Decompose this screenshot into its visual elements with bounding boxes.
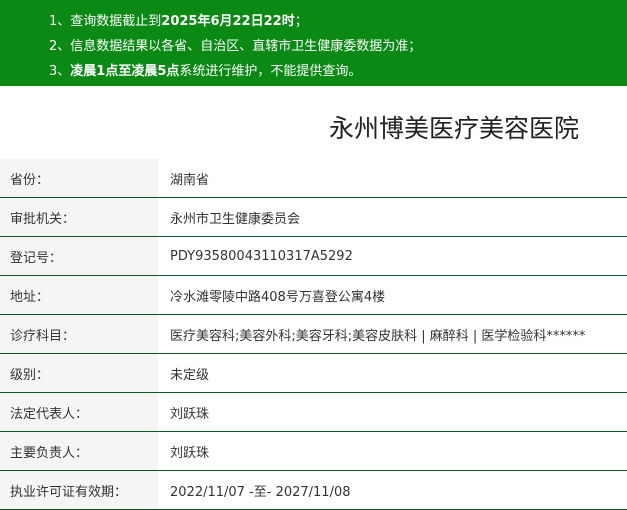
notice-line-1-suffix: ； xyxy=(294,14,308,29)
notice-line-2: 2、信息数据结果以各省、自治区、直辖市卫生健康委数据为准； xyxy=(49,39,422,54)
notice-line-3-maintenance-time: 凌晨1点至凌晨5点 xyxy=(70,64,180,79)
info-row-legal-representative: 法定代表人： 刘跃珠 xyxy=(0,392,627,432)
notice-line-3-prefix: 3、 xyxy=(49,64,71,79)
hospital-name: 永州博美医疗美容医院 xyxy=(328,114,579,143)
info-row-principal: 主要负责人： 刘跃珠 xyxy=(0,431,627,471)
info-label: 省份： xyxy=(0,159,158,198)
notice-line-1: 1、查询数据截止到2025年6月22日22时； xyxy=(0,9,627,34)
info-value: 2022/11/07 -至- 2027/11/08 xyxy=(158,470,627,510)
notice-line-1-deadline: 2025年6月22日22时 xyxy=(161,14,295,29)
info-label: 执业许可证有效期： xyxy=(0,470,158,510)
info-label: 主要负责人： xyxy=(0,431,158,471)
notice-line-1-prefix: 1、查询数据截止到 xyxy=(49,14,162,29)
info-value: 刘跃珠 xyxy=(158,431,627,471)
info-value: 刘跃珠 xyxy=(158,392,627,432)
notice-banner: 1、查询数据截止到2025年6月22日22时； 2、信息数据结果以各省、自治区、… xyxy=(0,0,627,86)
notice-line-3-suffix: 系统进行维护，不能提供查询。 xyxy=(179,64,362,79)
info-row-approval-authority: 审批机关： 永州市卫生健康委员会 xyxy=(0,197,627,237)
info-row-address: 地址： 冷水滩零陵中路408号万喜登公寓4楼 xyxy=(0,275,627,315)
info-row-level: 级别： 未定级 xyxy=(0,353,627,393)
info-value: 永州市卫生健康委员会 xyxy=(158,197,627,237)
info-row-registration-number: 登记号： PDY93580043110317A5292 xyxy=(0,236,627,276)
info-row-departments: 诊疗科目： 医疗美容科;美容外科;美容牙科;美容皮肤科 | 麻醉科 | 医学检验… xyxy=(0,314,627,354)
info-row-province: 省份： 湖南省 xyxy=(0,159,627,198)
notice-line-3: 3、凌晨1点至凌晨5点系统进行维护，不能提供查询。 xyxy=(0,59,627,84)
info-label: 诊疗科目： xyxy=(0,314,158,354)
info-value: 湖南省 xyxy=(158,159,627,198)
info-value: 未定级 xyxy=(158,353,627,393)
info-row-license-validity: 执业许可证有效期： 2022/11/07 -至- 2027/11/08 xyxy=(0,470,627,510)
hospital-info-table: 省份： 湖南省 审批机关： 永州市卫生健康委员会 登记号： PDY9358004… xyxy=(0,159,627,510)
info-value: 冷水滩零陵中路408号万喜登公寓4楼 xyxy=(158,275,627,315)
info-label: 地址： xyxy=(0,275,158,315)
info-value: PDY93580043110317A5292 xyxy=(158,236,627,276)
info-label: 登记号： xyxy=(0,236,158,276)
info-label: 法定代表人： xyxy=(0,392,158,432)
info-label: 审批机关： xyxy=(0,197,158,237)
info-value: 医疗美容科;美容外科;美容牙科;美容皮肤科 | 麻醉科 | 医学检验科*****… xyxy=(158,314,627,354)
info-label: 级别： xyxy=(0,353,158,393)
